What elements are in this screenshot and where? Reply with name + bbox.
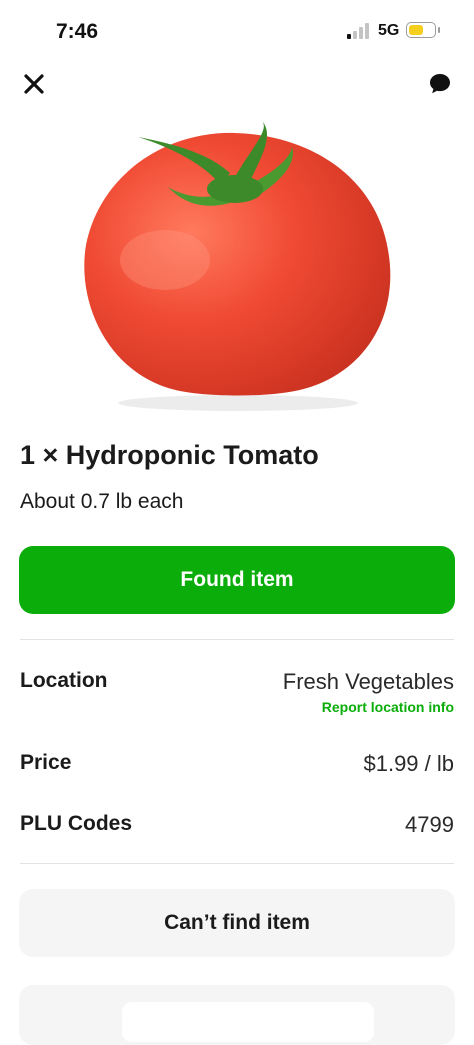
price-value: $1.99 / lb <box>363 751 454 776</box>
status-time: 7:46 <box>56 20 99 43</box>
product-title: 1 × Hydroponic Tomato <box>20 440 319 470</box>
found-item-button[interactable]: Found item <box>19 546 455 614</box>
cant-find-item-button[interactable]: Can’t find item <box>19 889 455 957</box>
plu-label: PLU Codes <box>20 812 133 835</box>
product-subtitle: About 0.7 lb each <box>20 490 184 513</box>
location-label: Location <box>20 669 108 692</box>
price-label: Price <box>20 751 72 774</box>
close-icon[interactable] <box>20 70 48 98</box>
bottom-card-inner[interactable] <box>122 1002 374 1042</box>
battery-level <box>409 25 423 35</box>
location-value: Fresh Vegetables <box>282 669 454 694</box>
divider <box>20 639 454 640</box>
product-image <box>84 121 391 411</box>
report-location-link[interactable]: Report location info <box>322 699 454 715</box>
battery-nub <box>438 27 440 33</box>
chat-bubble-icon[interactable] <box>428 72 452 96</box>
signal-icon <box>347 23 369 39</box>
battery-icon <box>406 22 436 38</box>
divider <box>20 863 454 864</box>
network-type: 5G <box>378 22 400 39</box>
plu-value: 4799 <box>405 812 454 837</box>
